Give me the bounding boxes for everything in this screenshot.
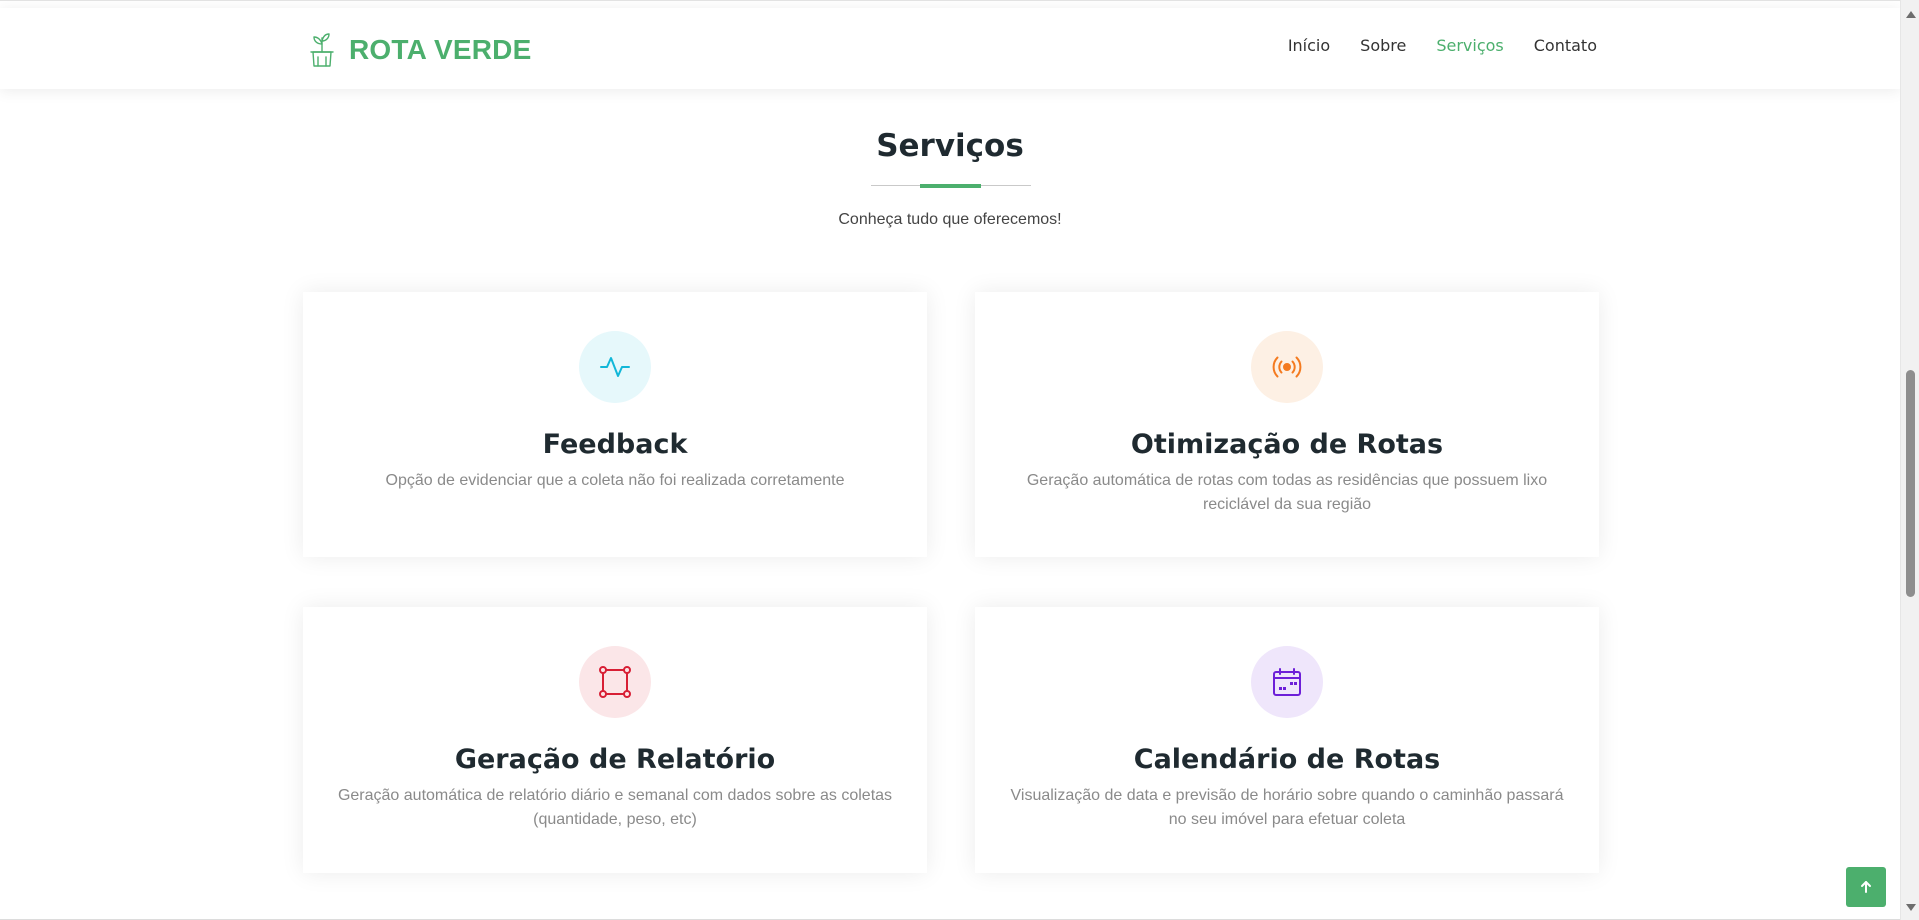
- bounding-box-icon: [599, 666, 631, 698]
- nav-item-contato[interactable]: Contato: [1534, 36, 1597, 55]
- page: ROTA VERDE Início Sobre Serviços Contato…: [0, 0, 1900, 920]
- service-icon-wrap: [579, 331, 651, 403]
- service-icon-wrap: [579, 646, 651, 718]
- brand-logo[interactable]: ROTA VERDE: [307, 30, 531, 70]
- vertical-scrollbar[interactable]: [1900, 0, 1919, 920]
- nav-item-inicio[interactable]: Início: [1288, 36, 1330, 55]
- nav-item-servicos[interactable]: Serviços: [1436, 36, 1503, 55]
- service-title: Geração de Relatório: [454, 744, 776, 775]
- arrow-up-icon: [1861, 881, 1871, 893]
- service-icon-wrap: [1251, 331, 1323, 403]
- section-title: Serviços: [876, 128, 1024, 164]
- calendar-icon: [1273, 668, 1301, 696]
- service-card-calendario: Calendário de Rotas Visualização de data…: [975, 607, 1599, 873]
- service-icon-wrap: [1251, 646, 1323, 718]
- service-title: Feedback: [542, 429, 688, 460]
- broadcast-icon: [1272, 356, 1302, 378]
- service-card-relatorio: Geração de Relatório Geração automática …: [303, 607, 927, 873]
- scroll-up-arrow-icon[interactable]: [1906, 11, 1916, 18]
- site-header: ROTA VERDE Início Sobre Serviços Contato: [0, 8, 1900, 89]
- service-description: Opção de evidenciar que a coleta não foi…: [385, 472, 845, 489]
- scrollbar-thumb[interactable]: [1906, 370, 1915, 597]
- section-subtitle: Conheça tudo que oferecemos!: [838, 211, 1062, 228]
- service-description: Visualização de data e previsão de horár…: [1010, 787, 1564, 828]
- service-card-feedback: Feedback Opção de evidenciar que a colet…: [303, 292, 927, 557]
- service-title: Calendário de Rotas: [1133, 744, 1441, 775]
- back-to-top-button[interactable]: [1846, 867, 1886, 907]
- nav-item-sobre[interactable]: Sobre: [1360, 36, 1406, 55]
- section-divider-accent: [920, 184, 981, 188]
- scroll-down-arrow-icon[interactable]: [1906, 904, 1916, 911]
- service-description: Geração automática de relatório diário e…: [337, 787, 893, 828]
- main-nav: Início Sobre Serviços Contato: [1288, 36, 1597, 55]
- service-title: Otimização de Rotas: [1130, 429, 1444, 460]
- brand-name: ROTA VERDE: [349, 34, 532, 65]
- service-description: Geração automática de rotas com todas as…: [1026, 472, 1548, 513]
- service-card-otimizacao: Otimização de Rotas Geração automática d…: [975, 292, 1599, 557]
- plant-box-icon: [310, 33, 334, 67]
- activity-pulse-icon: [600, 357, 630, 377]
